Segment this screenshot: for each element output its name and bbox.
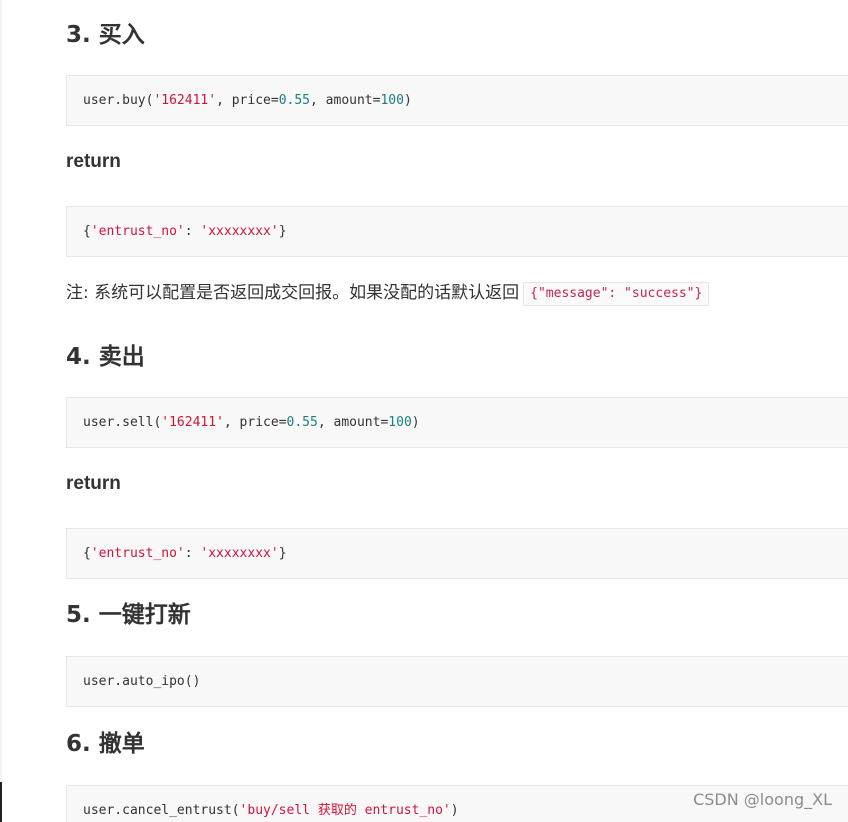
code-string: 'xxxxxxxx' [200,224,279,239]
return-label-sell: return [66,473,121,494]
code-block-auto-ipo[interactable]: user.auto_ipo() [66,656,848,707]
code-string: 'entrust_no' [90,546,185,561]
code-text: } [278,224,287,239]
code-text: user.cancel_entrust( [83,803,240,818]
code-number: 100 [388,415,412,430]
heading-sell: 4. 卖出 [66,344,145,370]
code-number: 0.55 [278,93,311,108]
code-string: 'xxxxxxxx' [200,546,279,561]
code-block-buy[interactable]: user.buy('162411', price=0.55, amount=10… [66,75,848,126]
code-text: } [278,546,287,561]
code-block-buy-return[interactable]: {'entrust_no': 'xxxxxxxx'} [66,206,848,257]
note-paragraph: 注: 系统可以配置是否返回成交回报。如果没配的话默认返回 {"message": … [66,278,710,308]
code-block-sell[interactable]: user.sell('162411', price=0.55, amount=1… [66,397,848,448]
code-block-sell-return[interactable]: {'entrust_no': 'xxxxxxxx'} [66,528,848,579]
heading-cancel: 6. 撤单 [66,731,145,757]
code-text: { [83,224,91,239]
code-number: 100 [380,93,404,108]
page-left-rule [0,0,2,822]
code-string: 'entrust_no' [90,224,185,239]
code-text: , price= [216,93,279,108]
code-number: 0.55 [286,415,318,430]
code-string: 'buy/sell 获取的 entrust_no' [239,803,451,818]
code-text: user.sell( [83,415,162,430]
code-text: user.auto_ipo() [83,674,201,689]
code-text: ) [411,415,420,430]
code-text: { [83,546,91,561]
code-text: : [184,546,201,561]
code-text: ) [450,803,459,818]
csdn-watermark: CSDN @loong_XL [693,790,832,809]
note-inline-code: {"message": "success"} [523,282,710,306]
code-string: '162411' [161,415,224,430]
heading-auto-ipo: 5. 一键打新 [66,602,191,628]
page-left-mark [0,782,2,822]
code-text: , amount= [317,415,389,430]
code-text: , price= [223,415,287,430]
heading-buy: 3. 买入 [66,22,145,48]
code-text: ) [403,93,412,108]
code-text: , amount= [310,93,381,108]
code-text: : [184,224,201,239]
return-label-buy: return [66,151,121,172]
code-string: '162411' [153,93,217,108]
note-text: 注: 系统可以配置是否返回成交回报。如果没配的话默认返回 [66,283,520,303]
code-text: user.buy( [83,93,154,108]
